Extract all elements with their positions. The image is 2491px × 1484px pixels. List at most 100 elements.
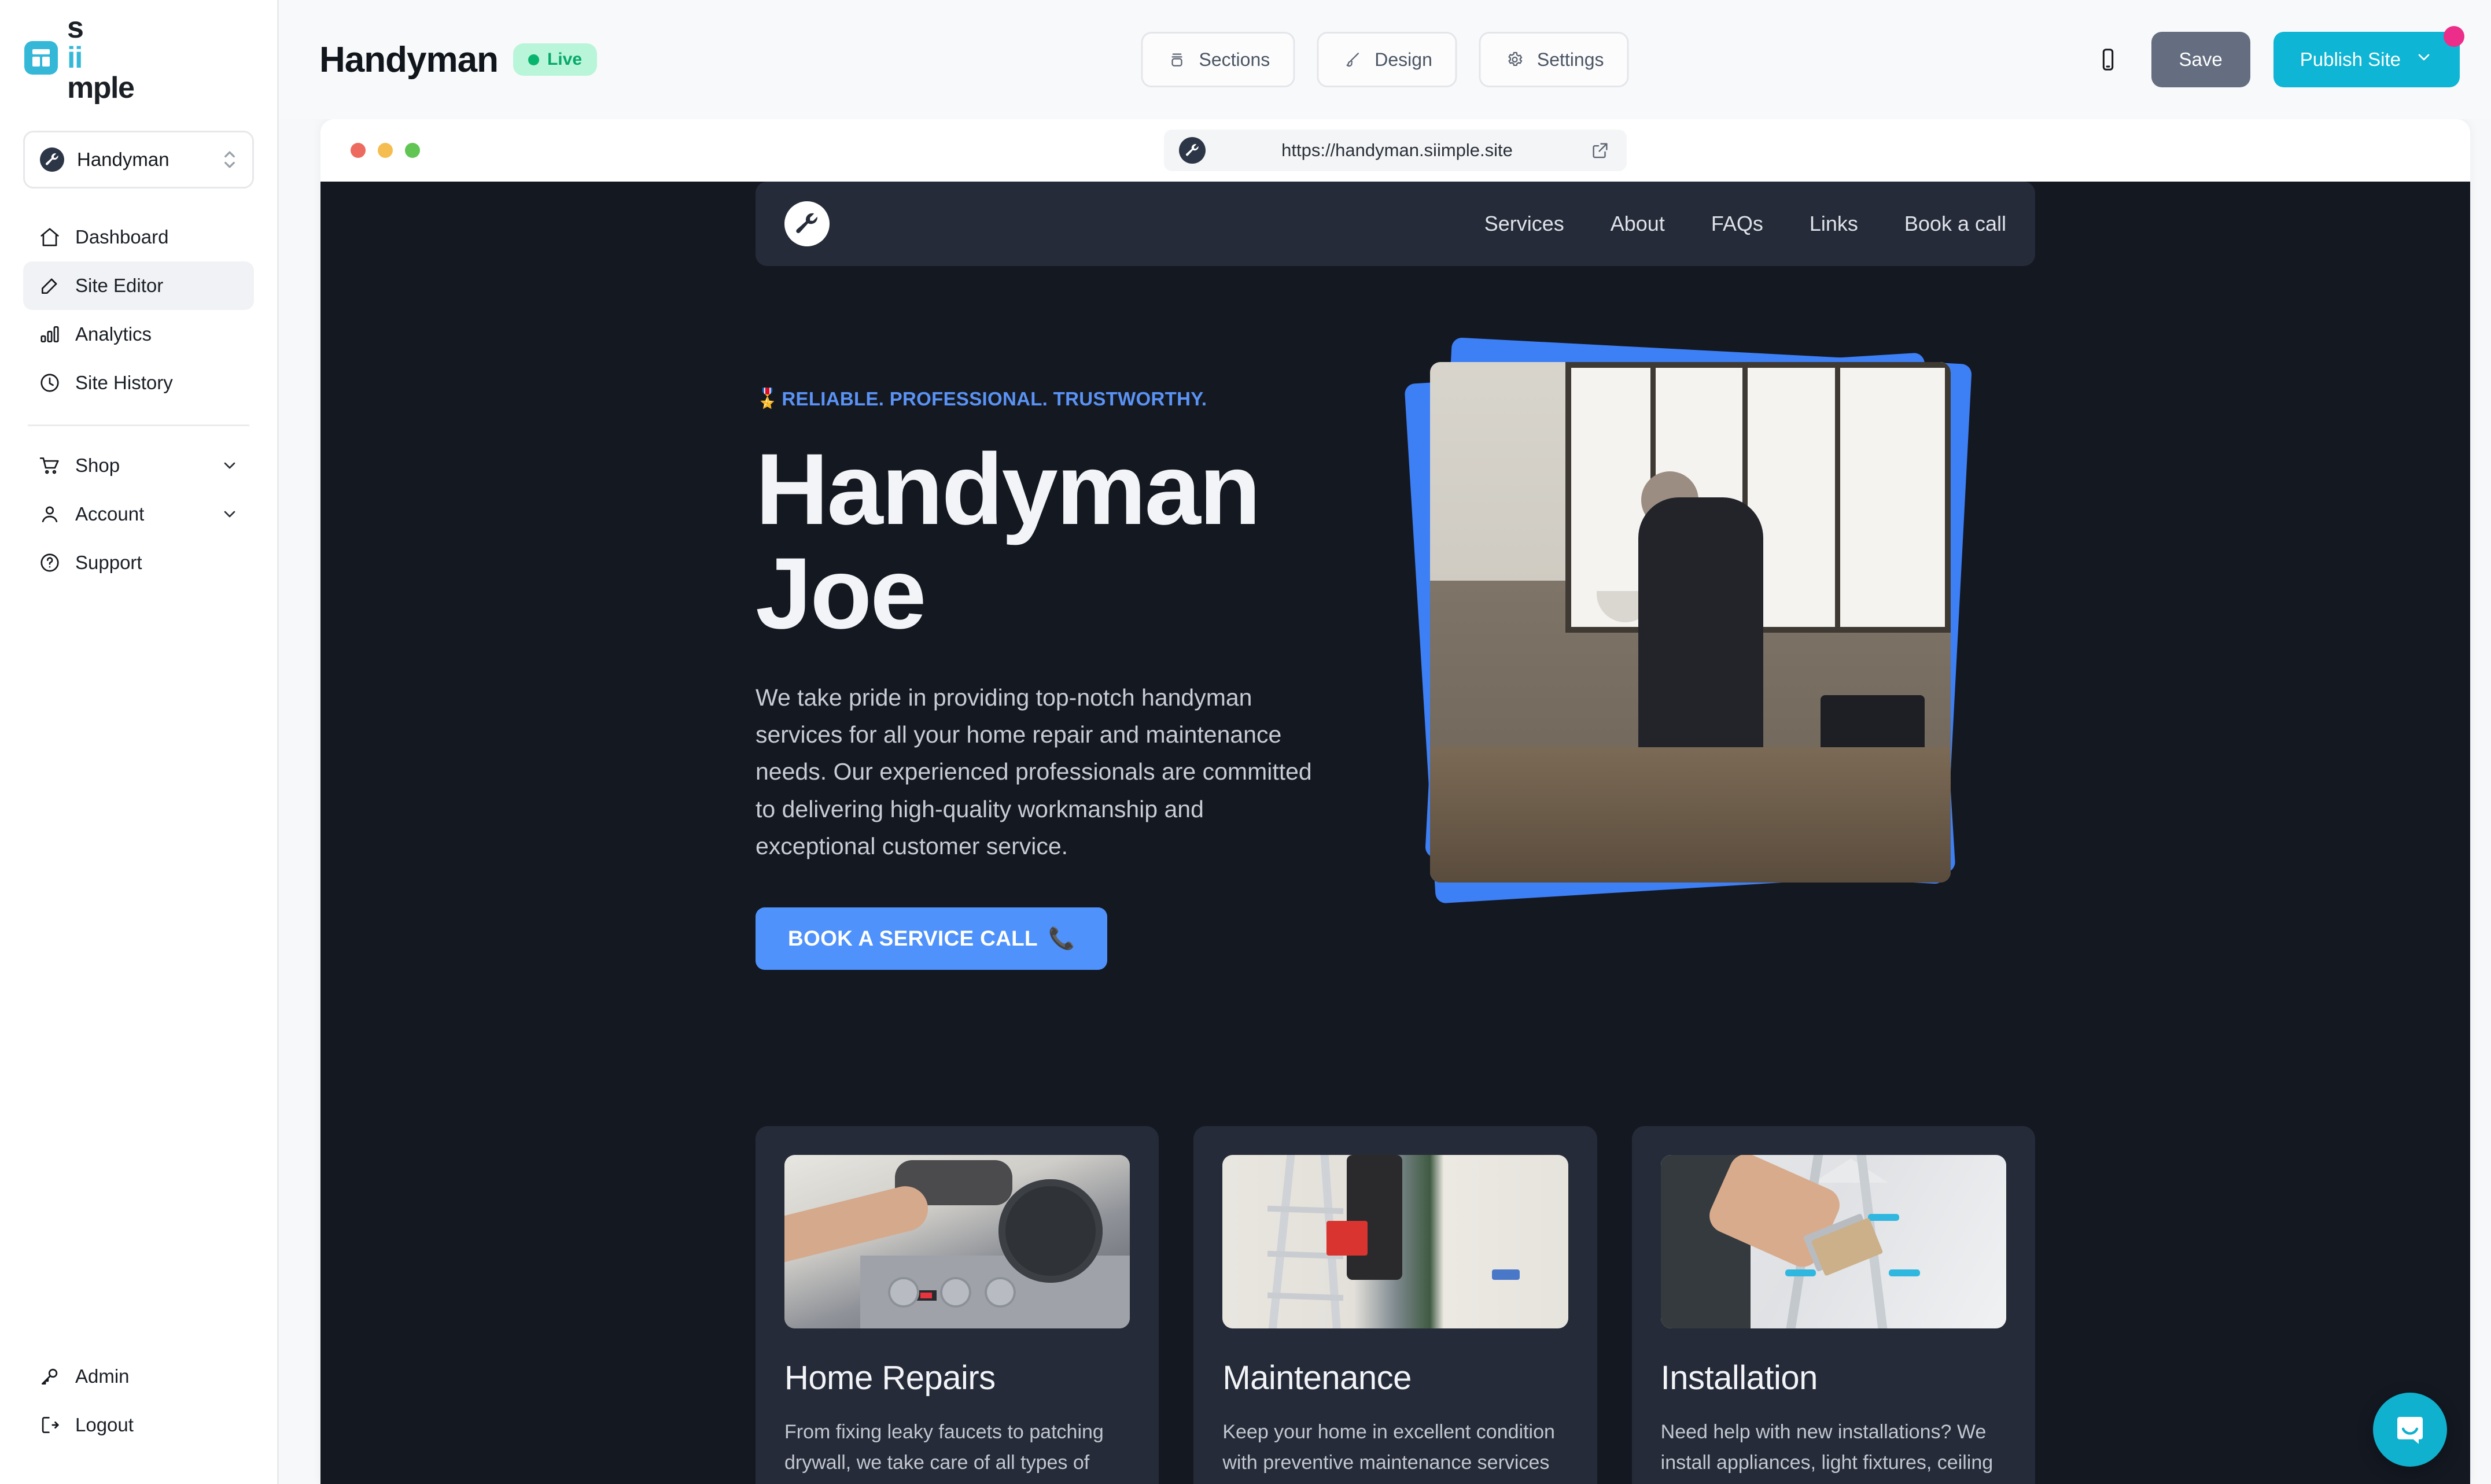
service-card-text: Keep your home in excellent condition wi… bbox=[1222, 1421, 1555, 1484]
minimize-window-dot[interactable] bbox=[378, 143, 393, 158]
url-bar[interactable]: https://handyman.siimple.site bbox=[1164, 130, 1627, 171]
layers-icon bbox=[1166, 49, 1188, 71]
publish-site-button[interactable]: Publish Site bbox=[2273, 32, 2460, 87]
status-dot-icon bbox=[528, 54, 539, 65]
sidebar-item-label: Account bbox=[75, 503, 145, 525]
publish-site-label: Publish Site bbox=[2300, 49, 2401, 70]
chevron-down-icon bbox=[220, 505, 239, 523]
status-badge-label: Live bbox=[547, 50, 582, 69]
nav-link-faqs[interactable]: FAQs bbox=[1711, 212, 1763, 236]
url-text: https://handyman.siimple.site bbox=[1281, 140, 1513, 160]
save-button[interactable]: Save bbox=[2151, 32, 2250, 87]
sidebar-item-logout[interactable]: Logout bbox=[23, 1401, 254, 1449]
pencil-square-icon bbox=[38, 274, 61, 297]
hero-eyebrow-text: RELIABLE. PROFESSIONAL. TRUSTWORTHY. bbox=[782, 387, 1207, 409]
sidebar-item-label: Dashboard bbox=[75, 226, 169, 248]
service-card[interactable]: Home Repairs From fixing leaky faucets t… bbox=[756, 1126, 1159, 1484]
sidebar-item-label: Site History bbox=[75, 372, 173, 393]
sidebar-item-support[interactable]: Support bbox=[23, 538, 254, 587]
settings-button[interactable]: Settings bbox=[1479, 32, 1629, 87]
sidebar-item-site-history[interactable]: Site History bbox=[23, 359, 254, 407]
nav-link-links[interactable]: Links bbox=[1810, 212, 1858, 236]
book-a-service-call-label: BOOK A SERVICE CALL bbox=[788, 926, 1038, 951]
chat-bubble-icon[interactable] bbox=[2373, 1393, 2447, 1467]
sidebar-item-label: Logout bbox=[75, 1414, 134, 1435]
hero-photo bbox=[1430, 362, 1951, 883]
nav-link-about[interactable]: About bbox=[1611, 212, 1665, 236]
gear-icon bbox=[1504, 49, 1526, 71]
sidebar-item-shop[interactable]: Shop bbox=[23, 441, 254, 490]
mobile-phone-icon[interactable] bbox=[2088, 39, 2128, 80]
sidebar-item-label: Site Editor bbox=[75, 275, 164, 296]
brand-name: s ii mple bbox=[67, 11, 135, 105]
site-nav-links: Services About FAQs Links Book a call bbox=[1484, 212, 2006, 236]
sidebar-item-admin[interactable]: Admin bbox=[23, 1352, 254, 1401]
topbar-tools: Sections Design Settings bbox=[1141, 32, 1629, 87]
sidebar-item-analytics[interactable]: Analytics bbox=[23, 310, 254, 359]
sections-button-label: Sections bbox=[1199, 49, 1270, 70]
sidebar-item-label: Analytics bbox=[75, 323, 152, 345]
service-card-title: Installation bbox=[1660, 1359, 1818, 1397]
phone-icon: 📞 bbox=[1048, 926, 1075, 950]
chevron-up-down-icon bbox=[222, 148, 237, 171]
hero-copy: 🎖️ RELIABLE. PROFESSIONAL. TRUSTWORTHY. … bbox=[756, 364, 1380, 970]
design-button[interactable]: Design bbox=[1317, 32, 1457, 87]
project-switcher[interactable]: Handyman bbox=[23, 131, 254, 189]
sidebar-item-site-editor[interactable]: Site Editor bbox=[23, 261, 254, 310]
wrench-icon bbox=[40, 147, 64, 172]
chevron-down-icon bbox=[220, 456, 239, 475]
service-card[interactable]: Installation Need help with new installa… bbox=[1631, 1126, 2035, 1484]
service-card-text: From fixing leaky faucets to patching dr… bbox=[784, 1421, 1104, 1484]
book-a-service-call-button[interactable]: BOOK A SERVICE CALL 📞 bbox=[756, 907, 1108, 970]
publish-site-wrapper: Publish Site bbox=[2273, 26, 2464, 87]
sidebar-bottom-nav: Admin Logout bbox=[23, 1352, 254, 1449]
brand-logo[interactable]: s ii mple bbox=[24, 13, 254, 103]
service-card-title: Home Repairs bbox=[784, 1359, 996, 1397]
medal-icon: 🎖️ bbox=[756, 387, 780, 409]
topbar-right: Save Publish Site bbox=[2088, 26, 2464, 87]
hero-eyebrow: 🎖️ RELIABLE. PROFESSIONAL. TRUSTWORTHY. bbox=[756, 387, 1380, 410]
service-card-image bbox=[784, 1155, 1130, 1329]
wrench-icon[interactable] bbox=[784, 201, 830, 246]
paintbrush-icon bbox=[1342, 49, 1364, 71]
user-icon bbox=[38, 503, 61, 526]
service-card-image bbox=[1660, 1155, 2006, 1329]
service-card-image bbox=[1222, 1155, 1568, 1329]
traffic-lights bbox=[351, 143, 420, 158]
sidebar-item-dashboard[interactable]: Dashboard bbox=[23, 213, 254, 261]
service-card[interactable]: Maintenance Keep your home in excellent … bbox=[1193, 1126, 1597, 1484]
clock-icon bbox=[38, 371, 61, 394]
rendered-site: Services About FAQs Links Book a call 🎖️… bbox=[320, 182, 2470, 1484]
topbar-left: Handyman Live bbox=[319, 39, 597, 80]
nav-link-services[interactable]: Services bbox=[1484, 212, 1564, 236]
external-link-icon[interactable] bbox=[1589, 139, 1612, 162]
maximize-window-dot[interactable] bbox=[405, 143, 420, 158]
sections-button[interactable]: Sections bbox=[1141, 32, 1295, 87]
preview-wrapper: https://handyman.siimple.site Services A… bbox=[279, 119, 2491, 1484]
hero-paragraph: We take pride in providing top-notch han… bbox=[756, 684, 1312, 859]
chevron-down-icon bbox=[2415, 48, 2433, 71]
site-navbar: Services About FAQs Links Book a call bbox=[756, 182, 2035, 266]
sidebar-item-label: Support bbox=[75, 552, 142, 573]
settings-button-label: Settings bbox=[1536, 49, 1604, 70]
app-root: s ii mple Handyman Dashboard Site Editor… bbox=[0, 0, 2491, 1484]
status-badge: Live bbox=[513, 43, 597, 76]
sidebar-divider bbox=[28, 424, 249, 426]
question-circle-icon bbox=[38, 551, 61, 574]
bar-chart-icon bbox=[38, 323, 61, 346]
hero-section: 🎖️ RELIABLE. PROFESSIONAL. TRUSTWORTHY. … bbox=[320, 266, 2470, 970]
service-card-title: Maintenance bbox=[1222, 1359, 1412, 1397]
browser-chrome: https://handyman.siimple.site bbox=[320, 119, 2470, 182]
home-icon bbox=[38, 226, 61, 249]
site-preview-frame: https://handyman.siimple.site Services A… bbox=[320, 119, 2470, 1484]
shopping-cart-icon bbox=[38, 454, 61, 477]
close-window-dot[interactable] bbox=[351, 143, 366, 158]
nav-link-book-a-call[interactable]: Book a call bbox=[1904, 212, 2006, 236]
page-title: Handyman bbox=[319, 39, 499, 80]
key-icon bbox=[38, 1365, 61, 1388]
design-button-label: Design bbox=[1375, 49, 1432, 70]
hero-image-stack bbox=[1403, 337, 1972, 904]
sidebar-nav: Dashboard Site Editor Analytics Site His… bbox=[23, 213, 254, 587]
hero-heading: Handyman Joe bbox=[756, 437, 1380, 647]
sidebar-item-account[interactable]: Account bbox=[23, 490, 254, 538]
